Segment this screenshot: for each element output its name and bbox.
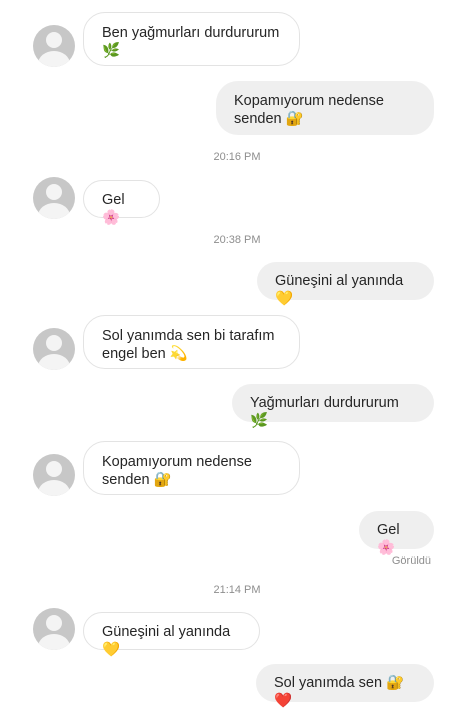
message-bubble-outgoing[interactable]: Sol yanımda sen 🔐❤️: [256, 664, 434, 709]
message-bubble-incoming[interactable]: Ben yağmurları durdururum 🌿: [83, 12, 300, 66]
message-bubble-incoming[interactable]: Gel 🌸: [83, 180, 160, 226]
seen-status: Görüldü: [391, 555, 431, 567]
contact-avatar[interactable]: [33, 25, 75, 67]
message-bubble-outgoing[interactable]: Güneşini al yanında💛: [257, 262, 434, 307]
message-timestamp: 20:16 PM: [213, 151, 261, 163]
message-bubble-outgoing[interactable]: Gel🌸: [359, 511, 434, 556]
message-bubble-incoming[interactable]: Kopamıyorum nedense senden 🔐: [83, 441, 300, 495]
contact-avatar[interactable]: [33, 177, 75, 219]
contact-avatar[interactable]: [33, 454, 75, 496]
contact-avatar[interactable]: [33, 608, 75, 650]
message-timestamp: 21:14 PM: [213, 584, 261, 596]
message-bubble-outgoing[interactable]: Kopamıyorum nedense senden 🔐: [216, 81, 434, 135]
message-bubble-incoming[interactable]: Güneşini al yanında💛: [83, 612, 260, 658]
contact-avatar[interactable]: [33, 328, 75, 370]
message-bubble-outgoing[interactable]: Yağmurları durdururum🌿: [232, 384, 434, 429]
message-timestamp: 20:38 PM: [213, 234, 261, 246]
chat-thread[interactable]: Ben yağmurları durdururum 🌿 Kopamıyorum …: [0, 0, 474, 710]
message-bubble-incoming[interactable]: Sol yanımda sen bi tarafım engel ben 💫: [83, 315, 300, 369]
